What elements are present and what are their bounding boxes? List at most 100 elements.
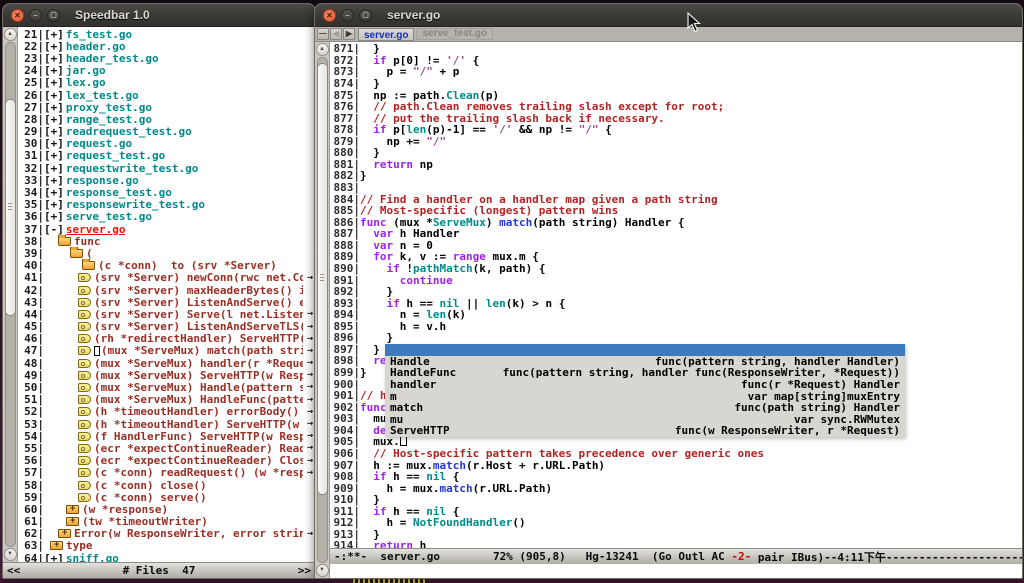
- code-line[interactable]: 909| h = mux.match(r.URL.Path): [330, 482, 1022, 494]
- expand-expander-control[interactable]: [+]: [44, 28, 64, 41]
- speedbar-item-label[interactable]: (h *timeoutHandler) ServeHTTP(w Respo: [94, 418, 303, 431]
- code-line[interactable]: 895| h = v.h: [330, 321, 1022, 333]
- scrollbar-down-icon[interactable]: [316, 564, 329, 577]
- code-line[interactable]: 881| return np: [330, 159, 1022, 171]
- close-button[interactable]: [11, 9, 24, 22]
- speedbar-row[interactable]: 60|(w *response): [18, 503, 315, 515]
- code-line[interactable]: 894| n = len(k): [330, 309, 1022, 321]
- scrollbar-track[interactable]: [5, 42, 16, 547]
- code-line[interactable]: 888| var n = 0: [330, 240, 1022, 252]
- code-line[interactable]: 883|: [330, 182, 1022, 194]
- speedbar-row[interactable]: 57|(c *conn) readRequest() (w *response,…: [18, 467, 315, 479]
- completion-selected-row[interactable]: [385, 344, 905, 356]
- code-line[interactable]: 908| if h == nil {: [330, 471, 1022, 483]
- expand-expander-control[interactable]: [+]: [44, 186, 64, 199]
- code-line[interactable]: 890| if !pathMatch(k, path) {: [330, 263, 1022, 275]
- speedbar-row[interactable]: 45|(srv *Server) ListenAndServeTLS(certF…: [18, 321, 315, 333]
- code-line[interactable]: 885|// Most-specific (longest) pattern w…: [330, 205, 1022, 217]
- completion-item[interactable]: HandleFuncfunc(pattern string, handler f…: [385, 367, 905, 379]
- code-line[interactable]: 876| // path.Clean removes trailing slas…: [330, 101, 1022, 113]
- speedbar-row[interactable]: 25|[+]lex.go: [18, 77, 315, 89]
- collapse-expander-control[interactable]: [-]: [44, 223, 64, 236]
- code-line[interactable]: 892| }: [330, 286, 1022, 298]
- code-line[interactable]: 905| mux.: [330, 436, 1022, 448]
- speedbar-row[interactable]: 46|(rh *redirectHandler) ServeHTTP(w Res…: [18, 333, 315, 345]
- speedbar-item-label[interactable]: header.go: [66, 40, 126, 53]
- speedbar-item-label[interactable]: lex.go: [66, 76, 106, 89]
- speedbar-item-label[interactable]: (mux *ServeMux) HandleFunc(pattern st: [94, 393, 303, 406]
- speedbar-row[interactable]: 64|[+]sniff.go: [18, 552, 315, 562]
- completion-item[interactable]: muvar sync.RWMutex: [385, 414, 905, 426]
- code-line[interactable]: 887| var h Handler: [330, 228, 1022, 240]
- speedbar-row[interactable]: 48|(mux *ServeMux) handler(r *Request) H…: [18, 357, 315, 369]
- code-line[interactable]: 913| }: [330, 529, 1022, 541]
- speedbar-row[interactable]: 29|[+]readrequest_test.go: [18, 126, 315, 138]
- code-line[interactable]: 896| }: [330, 332, 1022, 344]
- speedbar-row[interactable]: 33|[+]response.go: [18, 174, 315, 186]
- completion-item[interactable]: mvar map[string]muxEntry: [385, 390, 905, 402]
- code-line[interactable]: 906| // Host-specific pattern takes prec…: [330, 448, 1022, 460]
- minimize-button[interactable]: [341, 9, 354, 22]
- scrollbar-track[interactable]: [317, 57, 328, 563]
- speedbar-row[interactable]: 28|[+]range_test.go: [18, 113, 315, 125]
- speedbar-item-label[interactable]: serve_test.go: [66, 210, 152, 223]
- code-line[interactable]: 886|func (mux *ServeMux) match(path stri…: [330, 216, 1022, 228]
- code-line[interactable]: 875| np := path.Clean(p): [330, 89, 1022, 101]
- tab-serve-test-go[interactable]: serve_test.go: [416, 28, 492, 40]
- speedbar-row[interactable]: 32|[+]requestwrite_test.go: [18, 162, 315, 174]
- speedbar-item-label[interactable]: request.go: [66, 137, 132, 150]
- speedbar-item-label[interactable]: requestwrite_test.go: [66, 162, 198, 175]
- speedbar-row[interactable]: 63|type: [18, 540, 315, 552]
- code-line[interactable]: 910| }: [330, 494, 1022, 506]
- speedbar-item-label[interactable]: (srv *Server) ListenAndServe() error: [94, 296, 303, 309]
- speedbar-item-label[interactable]: sniff.go: [66, 552, 119, 562]
- expand-expander-control[interactable]: [+]: [44, 76, 64, 89]
- speedbar-row[interactable]: 42|(srv *Server) maxHeaderBytes() int: [18, 284, 315, 296]
- speedbar-row[interactable]: 26|[+]lex_test.go: [18, 89, 315, 101]
- code-line[interactable]: 891| continue: [330, 274, 1022, 286]
- expand-expander-control[interactable]: [+]: [44, 162, 64, 175]
- editor-titlebar[interactable]: server.go: [315, 4, 1022, 27]
- minibuffer[interactable]: [330, 564, 1022, 578]
- speedbar-item-label[interactable]: (srv *Server) Serve(l net.Listener) e: [94, 308, 303, 321]
- completion-item[interactable]: matchfunc(path string) Handler: [385, 402, 905, 414]
- expand-expander-control[interactable]: [+]: [44, 64, 64, 77]
- completion-item[interactable]: handlerfunc(r *Request) Handler: [385, 379, 905, 391]
- speedbar-row[interactable]: 31|[+]request_test.go: [18, 150, 315, 162]
- code-line[interactable]: 872| if p[0] != '/' {: [330, 55, 1022, 67]
- speedbar-row[interactable]: 51|(mux *ServeMux) HandleFunc(pattern st…: [18, 394, 315, 406]
- speedbar-item-label[interactable]: range_test.go: [66, 113, 152, 126]
- minimize-button[interactable]: [29, 9, 42, 22]
- completion-item[interactable]: ServeHTTPfunc(w ResponseWriter, r *Reque…: [385, 425, 905, 437]
- speedbar-item-label[interactable]: response_test.go: [66, 186, 172, 199]
- speedbar-row[interactable]: 34|[+]response_test.go: [18, 186, 315, 198]
- expand-expander-control[interactable]: [+]: [44, 198, 64, 211]
- speedbar-row[interactable]: 47|(mux *ServeMux) match(path string) Ha…: [18, 345, 315, 357]
- speedbar-row[interactable]: 39|(: [18, 247, 315, 259]
- code-line[interactable]: 893| if h == nil || len(k) > n {: [330, 297, 1022, 309]
- maximize-button[interactable]: [359, 9, 372, 22]
- speedbar-scroll-left-button[interactable]: <<: [7, 564, 20, 577]
- scrollbar-thumb[interactable]: [5, 99, 16, 316]
- code-line[interactable]: 877| // put the trailing slash back if n…: [330, 112, 1022, 124]
- speedbar-item-label[interactable]: (w *response): [82, 503, 168, 516]
- speedbar-item-label[interactable]: (c *conn) close(): [94, 479, 207, 492]
- speedbar-row[interactable]: 30|[+]request.go: [18, 138, 315, 150]
- speedbar-row[interactable]: 24|[+]jar.go: [18, 65, 315, 77]
- speedbar-row[interactable]: 52|(h *timeoutHandler) errorBody() strin…: [18, 406, 315, 418]
- code-line[interactable]: 871| }: [330, 43, 1022, 55]
- speedbar-item-label[interactable]: fs_test.go: [66, 28, 132, 41]
- speedbar-row[interactable]: 36|[+]serve_test.go: [18, 211, 315, 223]
- speedbar-item-label[interactable]: response.go: [66, 174, 139, 187]
- speedbar-row[interactable]: 49|(mux *ServeMux) ServeHTTP(w ResponseW…: [18, 369, 315, 381]
- speedbar-item-label[interactable]: request_test.go: [66, 149, 165, 162]
- tab-server-go[interactable]: server.go: [358, 28, 414, 41]
- close-button[interactable]: [323, 9, 336, 22]
- expand-expander-control[interactable]: [+]: [44, 552, 64, 562]
- speedbar-row[interactable]: 35|[+]responsewrite_test.go: [18, 199, 315, 211]
- speedbar-item-label[interactable]: (rh *redirectHandler) ServeHTTP(w Res: [94, 332, 303, 345]
- completion-item[interactable]: Handlefunc(pattern string, handler Handl…: [385, 356, 905, 368]
- speedbar-item-label[interactable]: readrequest_test.go: [66, 125, 192, 138]
- scroll-tabs-right-icon[interactable]: ▶: [343, 28, 355, 40]
- speedbar-item-label[interactable]: (mux *ServeMux) handler(r *Request) H: [94, 357, 303, 370]
